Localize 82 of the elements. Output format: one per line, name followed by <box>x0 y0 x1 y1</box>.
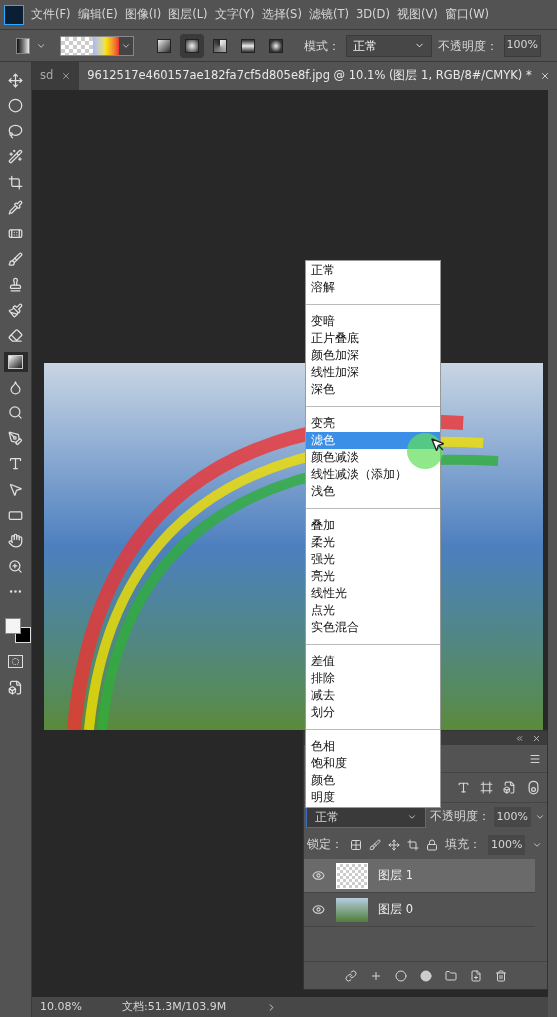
menu-option[interactable]: 点光 <box>306 602 440 619</box>
brush-icon[interactable] <box>369 839 381 851</box>
layer-name[interactable]: 图层 0 <box>378 900 413 919</box>
opacity-field[interactable]: 100% <box>503 34 541 57</box>
checker-icon[interactable] <box>350 839 362 851</box>
toggle-icon[interactable] <box>526 780 541 795</box>
layer-thumbnail <box>336 897 368 922</box>
mode-label: 模式： <box>303 37 340 55</box>
fill-field[interactable]: 100% <box>488 835 526 855</box>
layer-name[interactable]: 图层 1 <box>378 866 413 885</box>
gradient-type-button[interactable] <box>179 33 204 58</box>
menu-option[interactable]: 正常 <box>306 262 440 279</box>
lock-label: 锁定： <box>307 836 343 854</box>
menu-option[interactable]: 柔光 <box>306 534 440 551</box>
caret-icon[interactable] <box>535 812 545 822</box>
lock-icon[interactable] <box>426 839 438 851</box>
menu-item[interactable]: 滤镜(T) <box>308 5 349 24</box>
move-icon[interactable] <box>388 839 400 851</box>
gradient-icon[interactable] <box>3 351 28 372</box>
layer-row[interactable]: 图层 1 <box>304 859 535 893</box>
screen-mode-icon[interactable] <box>8 679 23 695</box>
caret-icon <box>406 812 417 822</box>
document-size: 文档:51.3M/103.9M <box>121 998 227 1015</box>
menu-item[interactable]: 文字(Y) <box>214 5 255 24</box>
menu-option[interactable]: 浅色 <box>306 483 440 500</box>
menu-item[interactable]: 文件(F) <box>31 5 71 24</box>
opacity-label: 不透明度： <box>437 37 498 55</box>
menu-option[interactable]: 色相 <box>306 738 440 755</box>
menu-item[interactable]: 3D(D) <box>355 5 390 24</box>
opacity-field[interactable]: 100% <box>493 807 532 827</box>
menu-option[interactable]: 减去 <box>306 687 440 704</box>
menu-option[interactable]: 明度 <box>306 789 440 806</box>
menu-item[interactable]: 编辑(E) <box>77 5 118 24</box>
menu-item[interactable]: 图像(I) <box>124 5 162 24</box>
menu-option[interactable]: 叠加 <box>306 517 440 534</box>
menu-item[interactable]: 图层(L) <box>168 5 208 24</box>
menu-option[interactable]: 正片叠底 <box>306 330 440 347</box>
document-icon[interactable] <box>503 781 516 794</box>
opacity-label: 不透明度： <box>429 808 490 826</box>
close-icon[interactable] <box>61 71 72 81</box>
menu-icon[interactable] <box>529 752 541 765</box>
menu-option[interactable]: 变暗 <box>306 313 440 330</box>
crop-icon[interactable] <box>407 839 419 851</box>
new-layer-icon[interactable] <box>469 969 482 982</box>
menu-option[interactable]: 强光 <box>306 551 440 568</box>
document-tab[interactable]: sd <box>32 62 80 90</box>
eye-icon[interactable] <box>312 903 325 916</box>
menu-option[interactable]: 颜色 <box>306 772 440 789</box>
menu-option[interactable]: 线性加深 <box>306 364 440 381</box>
zoom-level: 10.08% <box>40 998 82 1015</box>
close-icon[interactable] <box>532 733 541 743</box>
menu-item[interactable]: 选择(S) <box>261 5 302 24</box>
menu-option[interactable]: 划分 <box>306 704 440 721</box>
menu-item[interactable]: 视图(V) <box>396 5 438 24</box>
app-logo-icon <box>4 4 24 25</box>
close-icon[interactable] <box>539 71 550 81</box>
fill-label: 填充： <box>445 836 481 854</box>
gradient-preset-icon[interactable] <box>16 37 30 54</box>
layer-blend-select[interactable]: 正常 <box>306 806 426 828</box>
menu-option[interactable]: 饱和度 <box>306 755 440 772</box>
menu-option[interactable]: 变亮 <box>306 415 440 432</box>
layer-thumbnail <box>336 862 368 889</box>
menu-option[interactable]: 差值 <box>306 653 440 670</box>
link-icon[interactable] <box>344 969 357 982</box>
mode-select[interactable]: 正常 <box>345 34 432 57</box>
caret-icon[interactable] <box>532 840 543 850</box>
menu-option[interactable]: 深色 <box>306 381 440 398</box>
gradient-swatch[interactable] <box>60 35 134 56</box>
quick-mask-icon[interactable] <box>8 655 23 669</box>
menu-option[interactable]: 颜色加深 <box>306 347 440 364</box>
menu-option[interactable]: 亮光 <box>306 568 440 585</box>
eye-icon[interactable] <box>312 869 325 882</box>
type-icon[interactable] <box>457 781 470 794</box>
trash-icon[interactable] <box>494 969 507 982</box>
menu-option[interactable]: 线性减淡（添加） <box>306 466 440 483</box>
menu-option[interactable]: 线性光 <box>306 585 440 602</box>
menu-option[interactable]: 排除 <box>306 670 440 687</box>
folder-icon[interactable] <box>444 969 457 982</box>
collapse-icon[interactable] <box>515 733 524 743</box>
menu-item[interactable]: 窗口(W) <box>444 5 490 24</box>
menu-option[interactable]: 溶解 <box>306 279 440 296</box>
menu-option[interactable]: 实色混合 <box>306 619 440 636</box>
